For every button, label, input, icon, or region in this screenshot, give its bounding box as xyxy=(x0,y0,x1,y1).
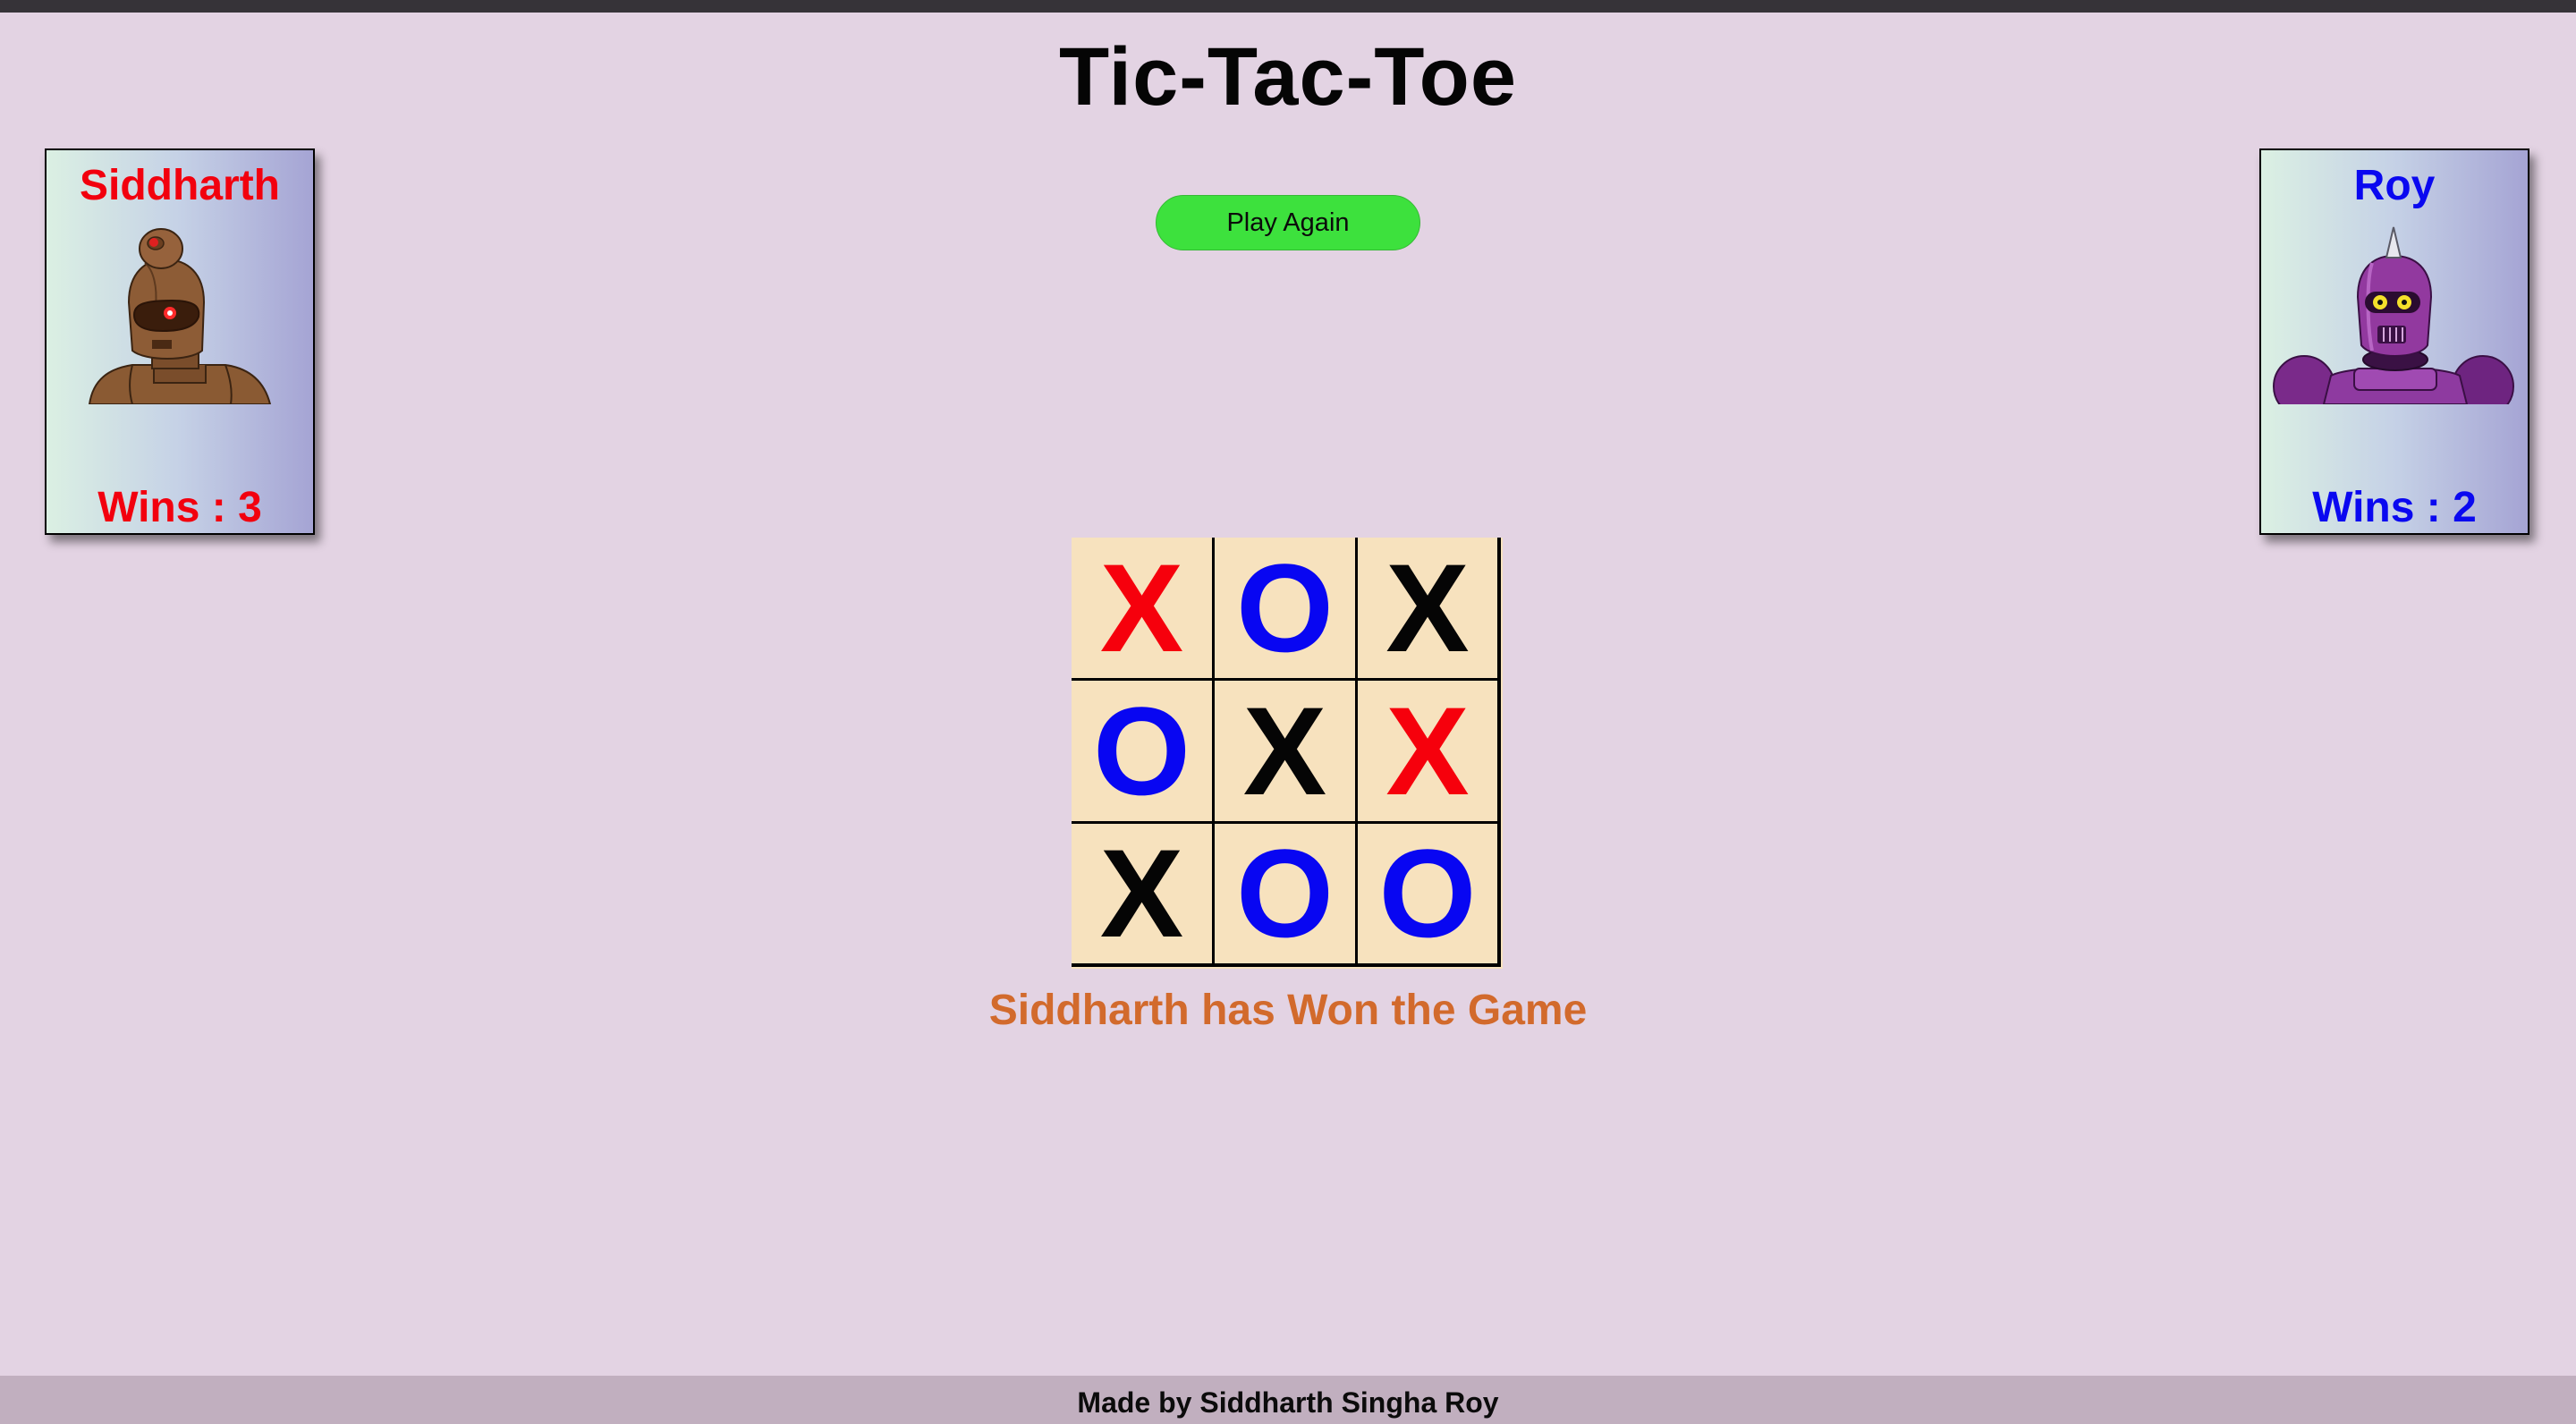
board-cell-2-0[interactable]: X xyxy=(1072,824,1215,967)
board-cell-2-2[interactable]: O xyxy=(1358,824,1501,967)
board-cell-0-0[interactable]: X xyxy=(1072,538,1215,681)
board-cell-0-1[interactable]: O xyxy=(1215,538,1358,681)
play-again-button[interactable]: Play Again xyxy=(1156,195,1420,250)
game-board: X O X O X X X O O xyxy=(1072,538,1503,969)
brown-robot-avatar-icon xyxy=(88,228,272,404)
board-cell-2-1[interactable]: O xyxy=(1215,824,1358,967)
board-cell-1-0[interactable]: O xyxy=(1072,681,1215,824)
window-top-bar xyxy=(0,0,2576,13)
game-status-message: Siddharth has Won the Game xyxy=(988,987,1588,1034)
player-name: Siddharth xyxy=(80,162,280,209)
footer-credit: Made by Siddharth Singha Roy xyxy=(1077,1386,1499,1419)
player-name: Roy xyxy=(2353,162,2436,209)
player-wins: Wins : 3 xyxy=(97,484,262,531)
player-wins: Wins : 2 xyxy=(2312,484,2477,531)
player-card-siddharth: Siddharth Wins : 3 xyxy=(45,148,315,535)
board-cell-1-1[interactable]: X xyxy=(1215,681,1358,824)
footer: Made by Siddharth Singha Roy xyxy=(0,1376,2576,1424)
purple-robot-avatar-icon xyxy=(2273,226,2514,404)
board-cell-0-2[interactable]: X xyxy=(1358,538,1501,681)
player-card-roy: Roy Wins : 2 xyxy=(2259,148,2529,535)
page-title: Tic-Tac-Toe xyxy=(1059,31,1517,123)
board-cell-1-2[interactable]: X xyxy=(1358,681,1501,824)
